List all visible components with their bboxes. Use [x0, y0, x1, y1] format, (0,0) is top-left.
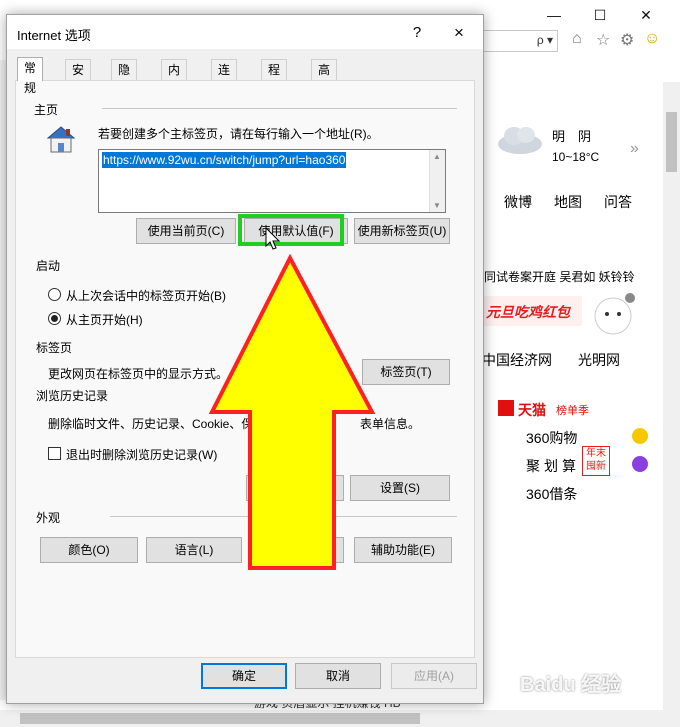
default-button-highlight — [238, 214, 344, 246]
news-ticker[interactable]: 同试卷案开庭 吴君如 妖铃铃 — [484, 268, 635, 285]
gear-icon[interactable]: ⚙ — [620, 30, 634, 50]
textarea-scrollbar[interactable]: ▲ ▼ — [429, 150, 445, 212]
tab-connections[interactable]: 连接 — [211, 59, 238, 97]
nav-link-map[interactable]: 地图 — [554, 192, 582, 212]
history-section-label: 浏览历史记录 — [36, 389, 109, 403]
banner-text: 元旦吃鸡红包 — [486, 304, 570, 320]
tab-privacy[interactable]: 隐私 — [111, 59, 138, 97]
scroll-thumb[interactable] — [666, 112, 677, 172]
tabs-settings-button[interactable]: 标签页(T) — [362, 359, 450, 385]
delete-history-button[interactable] — [246, 475, 344, 501]
maximize-button[interactable]: ☐ — [580, 4, 620, 26]
use-new-tab-button[interactable]: 使用新标签页(U) — [354, 218, 450, 244]
home-separator — [102, 108, 457, 109]
home-url-textarea[interactable]: https://www.92wu.cn/switch/jump?url=hao3… — [98, 149, 446, 213]
page-content: 明 阴 10~18°C » 微博 地图 问答 同试卷案开庭 吴君如 妖铃铃 元旦… — [482, 60, 654, 710]
tab-general[interactable]: 常规 — [17, 57, 44, 95]
site-link-ce[interactable]: 中国经济网 — [482, 350, 552, 370]
dialog-titlebar: Internet 选项 ? × — [7, 15, 483, 49]
delete-history-on-exit-checkbox[interactable] — [48, 447, 61, 460]
history-settings-button[interactable]: 设置(S) — [350, 475, 450, 501]
site-link-juhuasuan[interactable]: 聚划算 — [526, 456, 580, 476]
colors-button[interactable]: 颜色(O) — [40, 537, 138, 563]
site-link-gmw[interactable]: 光明网 — [578, 350, 620, 370]
horizontal-scrollbar[interactable] — [0, 710, 680, 727]
dialog-title: Internet 选项 — [17, 28, 91, 43]
appearance-section-label: 外观 — [36, 511, 61, 525]
home-icon[interactable]: ⌂ — [572, 30, 582, 48]
accessibility-button[interactable]: 辅助功能(E) — [354, 537, 452, 563]
home-page-icon — [46, 126, 76, 153]
scroll-down-icon[interactable]: ▼ — [433, 201, 441, 210]
baidu-watermark: Baidu 经验 — [520, 674, 622, 696]
search-dropdown-icon[interactable]: ρ ▾ — [537, 33, 553, 47]
history-description: 删除临时文件、历史记录、Cookie、保 — [48, 417, 254, 431]
app-icon-purple[interactable] — [632, 456, 648, 472]
close-browser-button[interactable]: ✕ — [626, 4, 666, 26]
cancel-button[interactable]: 取消 — [295, 663, 381, 689]
tab-advanced[interactable]: 高级 — [311, 59, 338, 97]
apply-button: 应用(A) — [391, 663, 477, 689]
hscroll-thumb[interactable] — [20, 713, 420, 724]
smiley-icon[interactable]: ☺ — [644, 30, 660, 48]
general-tab-panel: 主页 若要创建多个主标签页，请在每行输入一个地址(R)。 https://www… — [15, 80, 475, 658]
expand-chevron-icon[interactable]: » — [630, 140, 639, 158]
mascot-icon — [594, 293, 635, 335]
tab-programs[interactable]: 程序 — [261, 59, 288, 97]
ok-button[interactable]: 确定 — [201, 663, 287, 689]
weather-condition: 明 阴 — [552, 129, 592, 144]
nav-link-qa[interactable]: 问答 — [604, 192, 632, 212]
weather-temperature: 10~18°C — [552, 150, 600, 164]
startup-last-session-radio[interactable] — [48, 288, 61, 301]
site-link-360shop[interactable]: 360购物 — [526, 428, 577, 448]
home-section-label: 主页 — [34, 103, 59, 117]
delete-history-on-exit-label[interactable]: 退出时删除浏览历史记录(W) — [66, 446, 217, 463]
tab-content[interactable]: 内容 — [161, 59, 188, 97]
tabs-section-label: 标签页 — [36, 341, 73, 355]
nav-link-weibo[interactable]: 微博 — [504, 192, 532, 212]
tmall-icon — [498, 400, 514, 416]
history-description-tail: 表单信息。 — [360, 417, 421, 431]
tabs-description: 更改网页在标签页中的显示方式。 — [48, 367, 229, 381]
language-button[interactable]: 语言(L) — [146, 537, 242, 563]
startup-last-session-label[interactable]: 从上次会话中的标签页开始(B) — [66, 287, 226, 304]
tmall-subtitle: 榜单季 — [556, 405, 589, 417]
use-current-button[interactable]: 使用当前页(C) — [136, 218, 236, 244]
favorites-star-icon[interactable]: ☆ — [596, 30, 610, 50]
banner-ribbon[interactable]: 元旦吃鸡红包 — [482, 296, 582, 326]
scroll-up-icon[interactable]: ▲ — [433, 152, 441, 161]
home-url-value[interactable]: https://www.92wu.cn/switch/jump?url=hao3… — [102, 152, 347, 168]
promo-badge: 年末 囤新 — [582, 446, 610, 476]
help-button[interactable]: ? — [405, 21, 429, 45]
minimize-button[interactable]: — — [534, 4, 574, 26]
startup-section-label: 启动 — [36, 259, 61, 273]
cloud-icon — [498, 127, 542, 154]
appearance-separator — [110, 516, 457, 517]
startup-homepage-radio[interactable] — [48, 312, 61, 325]
startup-homepage-label[interactable]: 从主页开始(H) — [66, 311, 143, 328]
tab-security[interactable]: 安全 — [65, 59, 92, 97]
internet-options-dialog: Internet 选项 ? × 常规 安全 隐私 内容 连接 程序 高级 主页 … — [6, 14, 484, 704]
vertical-scrollbar[interactable] — [663, 82, 680, 710]
site-link-360loan[interactable]: 360借条 — [526, 484, 577, 504]
address-bar[interactable]: ρ ▾ — [482, 30, 558, 52]
home-hint: 若要创建多个主标签页，请在每行输入一个地址(R)。 — [98, 127, 379, 141]
fonts-button[interactable] — [248, 537, 344, 563]
app-icon-yellow[interactable] — [632, 428, 648, 444]
close-dialog-button[interactable]: × — [447, 21, 471, 45]
tmall-name[interactable]: 天猫 — [518, 400, 546, 420]
